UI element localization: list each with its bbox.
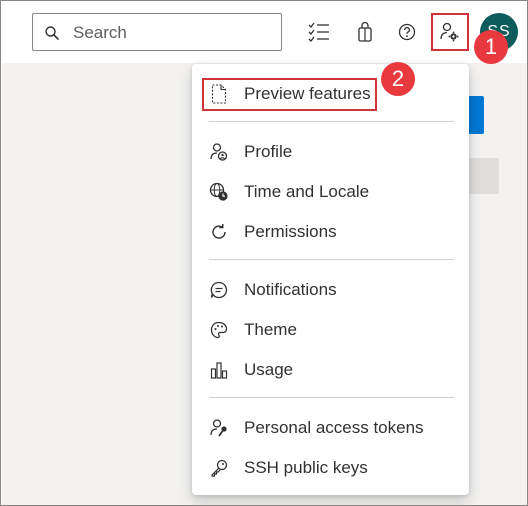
marketplace-button[interactable] <box>349 16 381 48</box>
palette-icon <box>209 320 229 340</box>
menu-item-time-and-locale[interactable]: Time and Locale <box>192 172 469 212</box>
menu-divider <box>209 259 454 260</box>
checklist-icon <box>308 22 329 42</box>
step1-badge: 1 <box>474 30 508 64</box>
menu-item-label: Personal access tokens <box>244 418 424 437</box>
work-items-button[interactable] <box>303 16 335 48</box>
user-settings-menu: Preview features Profile Time and Locale… <box>192 64 469 495</box>
chat-bubble-icon <box>209 280 229 300</box>
menu-item-label: Time and Locale <box>244 182 370 201</box>
step2-highlight <box>202 78 377 111</box>
search-box[interactable] <box>32 13 282 51</box>
secondary-action-button[interactable] <box>467 158 499 194</box>
menu-item-permissions[interactable]: Permissions <box>192 212 469 252</box>
menu-item-profile[interactable]: Profile <box>192 132 469 172</box>
person-key-icon <box>209 418 229 438</box>
menu-item-notifications[interactable]: Notifications <box>192 270 469 310</box>
step2-badge: 2 <box>381 62 415 96</box>
bar-chart-icon <box>209 360 229 380</box>
menu-item-label: Profile <box>244 142 293 161</box>
refresh-icon <box>209 222 229 242</box>
search-input[interactable] <box>73 22 273 44</box>
globe-clock-icon <box>209 182 229 202</box>
profile-icon <box>209 142 229 162</box>
menu-item-label: Permissions <box>244 222 337 241</box>
search-icon <box>45 26 59 40</box>
menu-item-usage[interactable]: Usage <box>192 350 469 390</box>
menu-item-personal-access-tokens[interactable]: Personal access tokens <box>192 408 469 448</box>
menu-item-label: Theme <box>244 320 297 339</box>
key-icon <box>209 458 229 478</box>
menu-divider <box>209 397 454 398</box>
menu-item-label: Notifications <box>244 280 337 299</box>
shopping-bag-icon <box>358 22 372 42</box>
app-frame: SS 1 Preview features <box>0 0 528 506</box>
help-button[interactable] <box>391 16 423 48</box>
help-icon <box>398 23 416 41</box>
menu-item-label: SSH public keys <box>244 458 368 477</box>
menu-item-theme[interactable]: Theme <box>192 310 469 350</box>
menu-item-label: Usage <box>244 360 294 379</box>
menu-item-ssh-public-keys[interactable]: SSH public keys <box>192 448 469 488</box>
menu-divider <box>209 121 454 122</box>
step1-highlight <box>431 13 469 51</box>
